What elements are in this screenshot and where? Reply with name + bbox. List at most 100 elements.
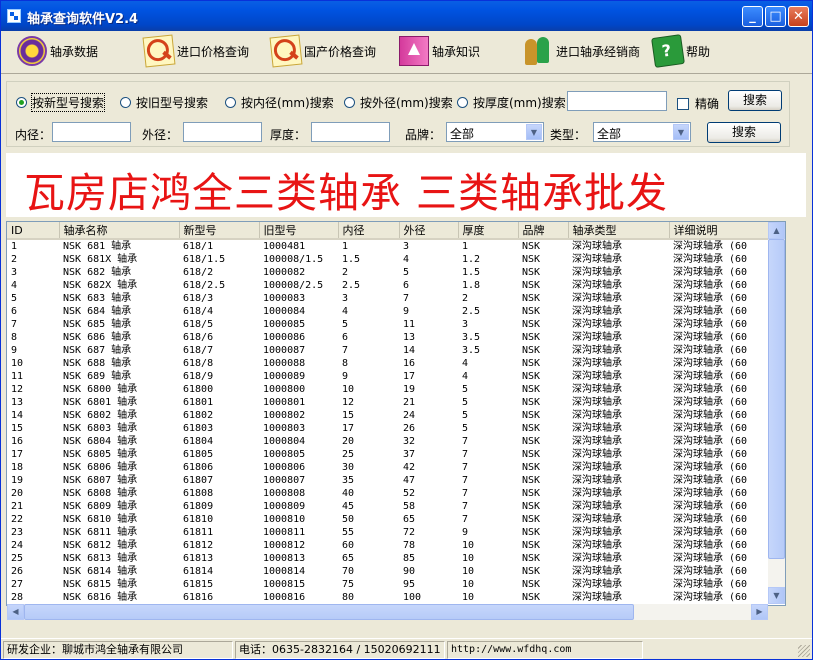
table-row[interactable]: 16 NSK 6804 轴承 61804 1000804 20 32 7 NSK 深沟球轴承 深沟… — [7, 435, 785, 448]
vertical-scrollbar[interactable]: ▲ ▼ — [768, 222, 785, 604]
table-row[interactable]: 3 NSK 682 轴承 618/2 1000082 2 5 1.5 NSK 深沟球轴承 深沟球轴… — [7, 266, 785, 279]
table-row[interactable]: 20 NSK 6808 轴承 61808 1000808 40 52 7 NSK 深沟球轴承 深沟… — [7, 487, 785, 500]
table-cell: 61805 — [183, 449, 214, 460]
brand-select[interactable]: 全部 ▼ — [446, 122, 544, 142]
minimize-button[interactable]: _ — [742, 6, 763, 27]
table-row[interactable]: 26 NSK 6814 轴承 61814 1000814 70 90 10 NSK 深沟球轴承深… — [7, 565, 785, 578]
table-cell: NSK 6815 轴承 — [63, 579, 138, 590]
scroll-left-icon[interactable]: ◀ — [7, 604, 24, 620]
toolbar-help[interactable]: 帮助 — [651, 34, 710, 68]
table-row[interactable]: 21 NSK 6809 轴承 61809 1000809 45 58 7 NSK 深沟球轴承 深沟… — [7, 500, 785, 513]
table-cell: NSK — [522, 384, 541, 395]
table-row[interactable]: 11 NSK 689 轴承 618/9 1000089 9 17 4 NSK 深沟球轴承 深沟球轴… — [7, 370, 785, 383]
radio-dot[interactable] — [457, 97, 468, 108]
table-cell: NSK — [522, 332, 541, 343]
search-button-2[interactable]: 搜索 — [707, 122, 781, 143]
window-title: 轴承查询软件V2.4 — [27, 12, 139, 27]
outer-diameter-input[interactable] — [183, 122, 262, 142]
scroll-right-icon[interactable]: ▶ — [751, 604, 768, 620]
table-row[interactable]: 27 NSK 6815 轴承 61815 1000815 75 95 10 NSK 深沟球轴承深… — [7, 578, 785, 591]
table-cell: NSK — [522, 436, 541, 447]
radio-label: 按新型号搜索 — [30, 93, 106, 112]
table-cell: NSK — [522, 267, 541, 278]
toolbar-knowledge[interactable]: 轴承知识 — [399, 35, 480, 67]
table-row[interactable]: 5 NSK 683 轴承 618/3 1000083 3 7 2 NSK 深沟球轴承 深沟球轴承 … — [7, 292, 785, 305]
exact-checkbox[interactable]: 精确 — [677, 95, 719, 112]
table-cell: 4 — [11, 280, 18, 291]
scroll-up-icon[interactable]: ▲ — [768, 222, 785, 239]
table-row[interactable]: 23 NSK 6811 轴承 61811 1000811 55 72 9 NSK 深沟球轴承 深沟… — [7, 526, 785, 539]
column-header[interactable]: 新型号 — [179, 222, 260, 240]
table-cell: 深沟球轴承 — [572, 566, 622, 577]
radio-old-model[interactable]: 按旧型号搜索 — [120, 94, 208, 111]
table-row[interactable]: 7 NSK 685 轴承 618/5 1000085 5 11 3 NSK 深沟球轴承 深沟球轴承… — [7, 318, 785, 331]
radio-inner-diameter[interactable]: 按内径(mm)搜索 — [225, 94, 334, 111]
radio-dot[interactable] — [16, 97, 27, 108]
scroll-thumb[interactable] — [768, 239, 785, 559]
radio-dot[interactable] — [225, 97, 236, 108]
scroll-thumb[interactable] — [24, 604, 634, 620]
table-cell: 85 — [403, 553, 416, 564]
column-header[interactable]: ID — [7, 222, 60, 240]
table-row[interactable]: 15 NSK 6803 轴承 61803 1000803 17 26 5 NSK 深沟球轴承 深沟… — [7, 422, 785, 435]
table-row[interactable]: 1 NSK 681 轴承 618/1 1000481 1 3 1 NSK 深沟球轴承 深沟球轴承 … — [7, 239, 785, 253]
thickness-input[interactable] — [311, 122, 390, 142]
radio-thickness[interactable]: 按厚度(mm)搜索 — [457, 94, 566, 111]
type-select[interactable]: 全部 ▼ — [593, 122, 691, 142]
chevron-down-icon[interactable]: ▼ — [673, 124, 689, 140]
radio-new-model[interactable]: 按新型号搜索 — [16, 93, 106, 112]
table-cell: 61800 — [183, 384, 214, 395]
table-cell: 深沟球轴承 — [572, 319, 622, 330]
horizontal-scrollbar[interactable]: ◀ ▶ — [7, 604, 768, 620]
chevron-down-icon[interactable]: ▼ — [526, 124, 542, 140]
column-header[interactable]: 轴承名称 — [59, 222, 180, 240]
radio-dot[interactable] — [344, 97, 355, 108]
table-cell: 61816 — [183, 592, 214, 603]
inner-diameter-input[interactable] — [52, 122, 131, 142]
checkbox-box[interactable] — [677, 97, 689, 110]
close-button[interactable]: ✕ — [788, 6, 809, 27]
table-row[interactable]: 25 NSK 6813 轴承 61813 1000813 65 85 10 NSK 深沟球轴承深… — [7, 552, 785, 565]
column-header[interactable]: 品牌 — [518, 222, 569, 240]
table-cell: 深沟球轴承 — [572, 579, 622, 590]
bearing-table[interactable]: ID 轴承名称 新型号 旧型号 内径 外径 厚度 品牌 轴承类型 详细说明 1 NSK 681 轴承… — [6, 221, 786, 606]
resize-grip[interactable] — [798, 645, 810, 657]
table-row[interactable]: 18 NSK 6806 轴承 61806 1000806 30 42 7 NSK 深沟球轴承 深沟… — [7, 461, 785, 474]
table-row[interactable]: 13 NSK 6801 轴承 61801 1000801 12 21 5 NSK 深沟球轴承 深沟… — [7, 396, 785, 409]
column-header[interactable]: 厚度 — [458, 222, 519, 240]
table-row[interactable]: 9 NSK 687 轴承 618/7 1000087 7 14 3.5 NSK 深沟球轴承 深沟球… — [7, 344, 785, 357]
table-row[interactable]: 28 NSK 6816 轴承 61816 1000816 80 100 10 NSK 深沟球轴承… — [7, 591, 785, 604]
exact-label: 精确 — [695, 97, 720, 111]
column-header[interactable]: 轴承类型 — [568, 222, 670, 240]
column-header[interactable]: 内径 — [338, 222, 400, 240]
table-row[interactable]: 14 NSK 6802 轴承 61802 1000802 15 24 5 NSK 深沟球轴承 深沟… — [7, 409, 785, 422]
table-row[interactable]: 10 NSK 688 轴承 618/8 1000088 8 16 4 NSK 深沟球轴承 深沟球轴… — [7, 357, 785, 370]
title-bar[interactable]: 轴承查询软件V2.4 _ □ ✕ — [1, 1, 812, 31]
ad-banner[interactable]: 瓦房店鸿全三类轴承 三类轴承批发 — [6, 153, 806, 217]
maximize-button[interactable]: □ — [765, 6, 786, 27]
table-row[interactable]: 19 NSK 6807 轴承 61807 1000807 35 47 7 NSK 深沟球轴承 深沟… — [7, 474, 785, 487]
table-row[interactable]: 22 NSK 6810 轴承 61810 1000810 50 65 7 NSK 深沟球轴承 深沟… — [7, 513, 785, 526]
banner-text: 瓦房店鸿全三类轴承 三类轴承批发 — [24, 169, 669, 217]
table-cell: 深沟球轴承 — [572, 345, 622, 356]
table-row[interactable]: 8 NSK 686 轴承 618/6 1000086 6 13 3.5 NSK 深沟球轴承 深沟球… — [7, 331, 785, 344]
toolbar-bearing-data[interactable]: 轴承数据 — [17, 35, 98, 67]
scroll-down-icon[interactable]: ▼ — [768, 587, 785, 604]
toolbar-domestic-price[interactable]: 国产价格查询 — [269, 34, 376, 68]
keyword-input[interactable] — [567, 91, 667, 111]
column-header[interactable]: 旧型号 — [259, 222, 339, 240]
toolbar-import-price[interactable]: 进口价格查询 — [142, 34, 249, 68]
search-button-1[interactable]: 搜索 — [728, 90, 782, 111]
table-row[interactable]: 2 NSK 681X 轴承 618/1.5 100008/1.5 1.5 4 1.2 NSK 深… — [7, 253, 785, 266]
table-row[interactable]: 6 NSK 684 轴承 618/4 1000084 4 9 2.5 NSK 深沟球轴承 深沟球轴… — [7, 305, 785, 318]
column-header[interactable]: 外径 — [399, 222, 459, 240]
toolbar-dealers[interactable]: 进口轴承经销商 — [523, 35, 640, 67]
table-row[interactable]: 24 NSK 6812 轴承 61812 1000812 60 78 10 NSK 深沟球轴承深… — [7, 539, 785, 552]
table-cell: 37 — [403, 449, 416, 460]
table-row[interactable]: 4 NSK 682X 轴承 618/2.5 100008/2.5 2.5 6 1.8 NSK 深… — [7, 279, 785, 292]
status-url[interactable]: http://www.wfdhq.com — [447, 641, 643, 659]
table-row[interactable]: 12 NSK 6800 轴承 61800 1000800 10 19 5 NSK 深沟球轴承 深沟… — [7, 383, 785, 396]
table-row[interactable]: 17 NSK 6805 轴承 61805 1000805 25 37 7 NSK 深沟球轴承 深沟… — [7, 448, 785, 461]
radio-outer-diameter[interactable]: 按外径(mm)搜索 — [344, 94, 453, 111]
radio-dot[interactable] — [120, 97, 131, 108]
